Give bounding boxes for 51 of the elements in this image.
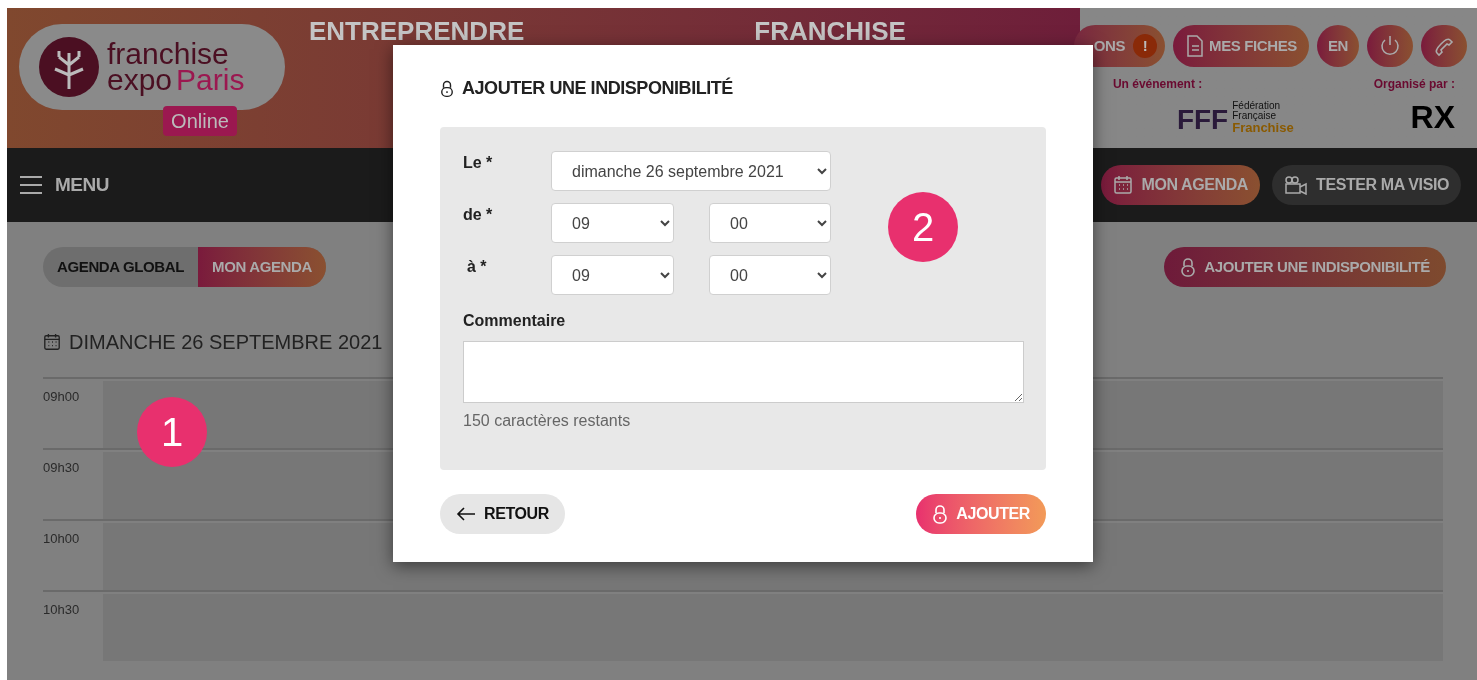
time-label: 10h30 (43, 601, 81, 619)
field-label: à * (466, 257, 488, 277)
phone-button[interactable] (1421, 25, 1467, 67)
tree-icon (39, 37, 99, 97)
dropdown-field[interactable]: dimanche 26 septembre 2021 (551, 151, 831, 191)
menu-button[interactable]: MENU (19, 170, 110, 200)
organizer-logo: RX (1410, 101, 1455, 133)
dropdown-field[interactable]: 09 (551, 203, 674, 243)
alert-badge: ! (1133, 34, 1158, 58)
calendar-icon (43, 333, 61, 351)
logo-tag: Online (163, 106, 237, 136)
time-label: 09h30 (43, 459, 81, 477)
character-counter: 150 caractères restants (463, 411, 632, 431)
dropdown-field[interactable]: 00 (709, 255, 831, 295)
tagline-text: FRANCHISE (754, 18, 906, 44)
time-label: 10h00 (43, 530, 81, 548)
padlock-icon (440, 79, 454, 98)
logo-text: Paris (176, 67, 245, 93)
tagline-text: ENTREPRENDRE (309, 18, 525, 44)
sheets-button[interactable]: MES FICHES (1173, 25, 1309, 67)
modal-title: AJOUTER UNE INDISPONIBILITÉ (462, 76, 733, 100)
language-button[interactable]: EN (1317, 25, 1359, 67)
menu-icon (19, 173, 43, 197)
add-unavailability-button[interactable]: AJOUTER UNE INDISPONIBILITÉ (1164, 247, 1446, 287)
power-icon (1378, 34, 1402, 58)
time-label: 09h00 (43, 388, 81, 406)
add-button[interactable]: AJOUTER (916, 494, 1046, 534)
day-title: DIMANCHE 26 SEPTEMBRE 2021 (69, 330, 383, 355)
logo-badge[interactable]: franchise expo Paris (19, 24, 285, 110)
field-label: Commentaire (463, 311, 567, 331)
calendar-icon (1113, 175, 1134, 195)
view-tab[interactable]: AGENDA GLOBAL (43, 247, 199, 287)
padlock-icon (1180, 257, 1197, 277)
dropdown-field[interactable]: 00 (709, 203, 831, 243)
view-tab[interactable]: MON AGENDA (198, 247, 326, 287)
back-button[interactable]: RETOUR (440, 494, 565, 534)
event-label: Un événement : (1112, 76, 1203, 93)
my-agenda-button[interactable]: MON AGENDA (1101, 165, 1260, 205)
power-button[interactable] (1367, 25, 1413, 67)
padlock-icon (932, 504, 949, 524)
field-label: de * (463, 205, 494, 225)
dropdown-field[interactable]: 09 (551, 255, 674, 295)
callout-badge: 2 (888, 192, 958, 262)
document-icon (1185, 34, 1206, 58)
field-label: Le * (463, 153, 494, 173)
comment-field[interactable] (463, 341, 1024, 403)
video-camera-icon (1284, 175, 1308, 195)
organizer-label: Organisé par : (1373, 76, 1455, 93)
logo-text: franchise (107, 41, 229, 67)
left-arrow-icon (456, 506, 476, 522)
test-video-button[interactable]: TESTER MA VISIO (1272, 165, 1461, 205)
